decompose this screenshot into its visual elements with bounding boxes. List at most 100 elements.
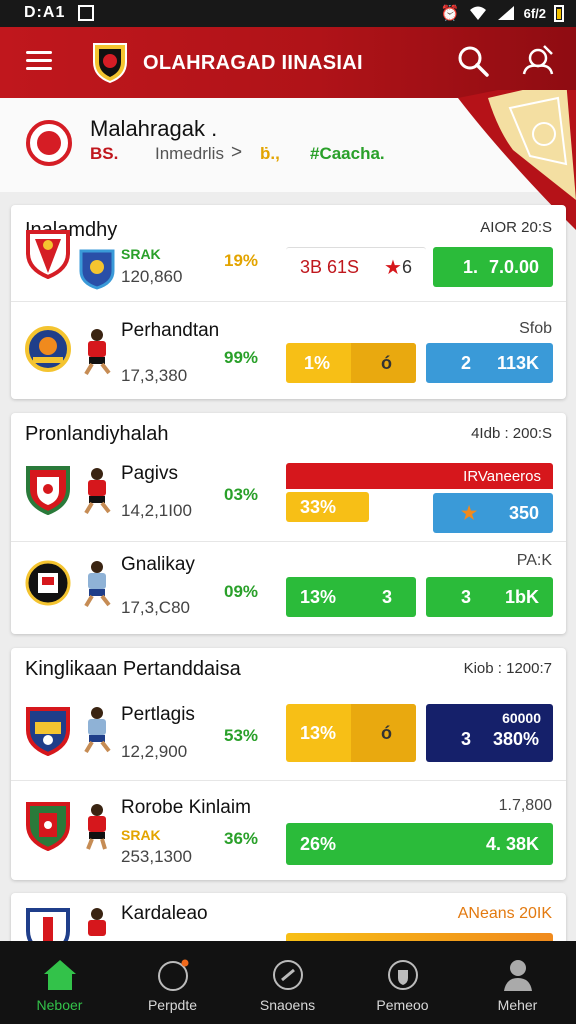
row-number: 17,3,C80 [121, 598, 190, 617]
summary-link[interactable]: Inmedrlis [155, 144, 224, 164]
nav-label: Perpdte [147, 997, 198, 1013]
row-name: Perhandtan [121, 320, 220, 341]
odds-value: 4. 38K [485, 833, 539, 854]
nav-label: Meher [497, 997, 538, 1013]
odds-chip[interactable]: 60000 3 380% [426, 704, 553, 762]
chevron-right-icon[interactable]: > [231, 142, 242, 164]
odds-chip[interactable]: 1% ó [286, 343, 416, 383]
odds-value: 1. [463, 256, 479, 277]
odds-chip[interactable]: ★ 350 [433, 493, 553, 533]
match-row[interactable]: Pagivs 14,2,1I00 03% IRVaneeros 33% ★ 35… [11, 449, 566, 541]
circle-icon [158, 959, 189, 991]
odds-value: 2 [461, 352, 472, 373]
match-row[interactable]: Pertlagis 12,2,900 53% 13% ó 60000 3 380… [11, 688, 566, 780]
odds-value: 113K [496, 352, 539, 373]
odds-chip[interactable]: 3B 61S ★ 6 [286, 247, 426, 287]
player-icon [84, 561, 111, 608]
row-number: 12,2,900 [121, 742, 188, 761]
nav-label: Pemeoo [376, 997, 429, 1013]
odds-value: 13% [300, 722, 337, 743]
odds-value: ó [381, 722, 392, 743]
row-name: Gnalikay [121, 554, 195, 575]
alarm-icon: ⏰ [440, 5, 460, 22]
odds-top-value: 60000 [502, 710, 541, 726]
summary-code: BS. [90, 144, 119, 163]
row-percent: 03% [224, 485, 259, 504]
club-logo[interactable] [90, 40, 130, 84]
team-crest-icon [25, 560, 71, 606]
menu-icon[interactable] [26, 51, 52, 71]
odds-value: 1bK [504, 586, 539, 607]
odds-value: 13% [300, 586, 337, 607]
odds-value: 7.0.00 [488, 256, 539, 277]
summary-score: ḃ., [260, 144, 280, 163]
nav-item-meher[interactable]: Meher [460, 941, 575, 1024]
nav-item-perpdte[interactable]: Perpdte [115, 941, 230, 1024]
bottom-nav: Neboer Perpdte Snaoens Pemeoo Meher [0, 941, 576, 1024]
nav-label: Snaoens [259, 997, 316, 1013]
odds-chip[interactable]: 1. 7.0.00 [433, 247, 553, 287]
row-number: 253,1300 [121, 847, 192, 866]
row-percent: 99% [224, 348, 259, 367]
status-time: D:A1 [24, 4, 66, 21]
star-icon: ★ [384, 257, 402, 279]
odds-value: 3B 61S [300, 257, 360, 277]
signal-icon [497, 6, 514, 20]
odds-chip[interactable]: 33% [286, 492, 369, 522]
screenshot-icon [78, 5, 94, 21]
odds-chip[interactable]: 26% 4. 38K [286, 823, 553, 865]
match-row[interactable]: Perhandtan 17,3,380 99% Sfob 1% ó 2 113K [11, 301, 566, 399]
nav-label: Neboer [36, 997, 83, 1013]
card-meta: ANeans 20IK [457, 905, 552, 922]
row-number: 14,2,1I00 [121, 501, 192, 520]
nav-item-pemeoo[interactable]: Pemeoo [345, 941, 460, 1024]
nav-item-snaoens[interactable]: Snaoens [230, 941, 345, 1024]
team-crest-icon [26, 230, 70, 279]
odds-value: 33% [300, 496, 337, 517]
star-icon: ★ [461, 502, 478, 523]
battery-icon [554, 4, 564, 22]
odds-value: 380% [492, 729, 539, 749]
odds-value: 3 [461, 729, 472, 749]
card-meta: Kiob : 1200:7 [463, 660, 552, 677]
row-label: SRAK [121, 246, 161, 262]
search-icon[interactable] [456, 44, 490, 78]
row-extra: 1.7,800 [498, 797, 552, 814]
row-name: Pertlagis [121, 704, 195, 725]
odds-chip[interactable]: 13% 3 [286, 577, 416, 617]
card-meta: 4Idb : 200:S [471, 425, 552, 442]
odds-chip[interactable]: 2 113K [426, 343, 553, 383]
card-title: Kardaleao [121, 903, 208, 924]
wifi-icon [469, 6, 486, 20]
status-bar: D:A1 ⏰ 6f/2 [0, 0, 576, 27]
odds-value: 3 [381, 586, 392, 607]
player-icon [84, 707, 111, 754]
match-card[interactable]: Kinglikaan Pertanddaisa Kiob : 1200:7 Pe… [11, 648, 566, 880]
row-number: 120,860 [121, 267, 183, 286]
odds-value: 3 [461, 586, 472, 607]
player-icon [84, 468, 111, 515]
odds-value: ó [381, 352, 392, 373]
odds-chip[interactable]: 3 1bK [426, 577, 553, 617]
card-title: Pronlandiyhalah [25, 423, 169, 445]
odds-chip[interactable]: 13% ó [286, 704, 416, 762]
team-crest-icon [25, 326, 71, 372]
row-extra: Sfob [519, 320, 552, 337]
nav-item-home[interactable]: Neboer [2, 941, 117, 1024]
odds-header-bar: IRVaneeros [286, 463, 553, 489]
summary-title: Malahragak . [90, 116, 218, 141]
home-icon [44, 960, 76, 990]
summary-tag[interactable]: #Caacha. [310, 144, 385, 164]
match-row[interactable]: SRAK 120,860 19% 3B 61S ★ 6 1. 7.0.00 [11, 205, 566, 301]
odds-value: 350 [508, 502, 539, 523]
match-card[interactable]: Pronlandiyhalah 4Idb : 200:S Pagivs 14,2… [11, 413, 566, 634]
odds-header-label: IRVaneeros [463, 467, 541, 485]
row-percent: 19% [224, 251, 259, 270]
match-row[interactable]: Rorobe Kinlaim SRAK 253,1300 36% 1.7,800… [11, 780, 566, 880]
match-row[interactable]: Gnalikay 17,3,C80 09% PA:K 13% 3 3 1bK [11, 541, 566, 634]
row-label: SRAK [121, 827, 161, 843]
team-crest-icon [26, 707, 70, 756]
profile-edit-icon[interactable] [520, 42, 556, 78]
match-card[interactable]: Inalamdhy AIOR 20:S SRAK 120,860 19% 3B … [11, 205, 566, 399]
odds-value: 26% [300, 833, 337, 854]
